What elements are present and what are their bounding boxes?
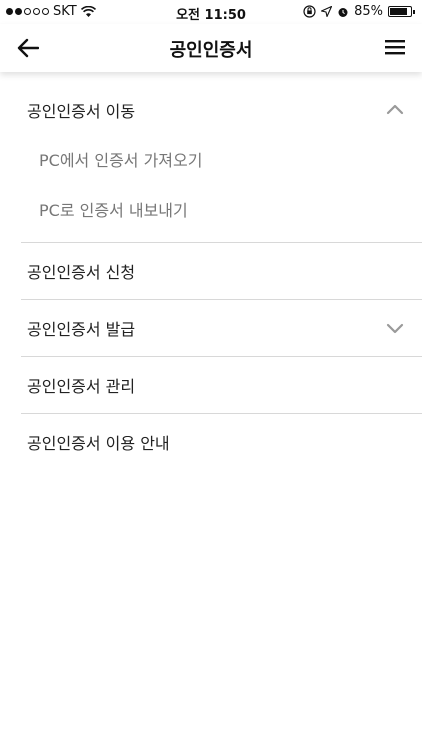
menu-list: 공인인증서 이동 PC에서 인증서 가져오기 PC로 인증서 내보내기 공인인증… (0, 82, 422, 470)
battery-icon (388, 6, 415, 17)
location-arrow-icon (321, 6, 333, 17)
menu-row-certificate-transfer[interactable]: 공인인증서 이동 (21, 82, 422, 138)
battery-fill (390, 8, 407, 15)
menu-item-label: 공인인증서 신청 (27, 263, 136, 282)
sub-menu-item-import-from-pc[interactable]: PC에서 인증서 가져오기 (21, 134, 422, 184)
orientation-lock-icon (303, 5, 316, 18)
status-right: 85% (303, 4, 415, 19)
header-bar: 공인인증서 (0, 24, 422, 72)
hamburger-menu-icon (385, 40, 405, 55)
menu-item-label: 공인인증서 이동 (27, 102, 136, 121)
menu-row-certificate-guide[interactable]: 공인인증서 이용 안내 (21, 414, 422, 470)
page-title: 공인인증서 (169, 40, 253, 61)
sub-menu-item-export-to-pc[interactable]: PC로 인증서 내보내기 (21, 184, 422, 234)
status-bar: SKT 오전 11:50 85% (0, 0, 422, 24)
menu-item-certificate-management: 공인인증서 관리 (21, 357, 422, 414)
menu-row-certificate-issuance[interactable]: 공인인증서 발급 (21, 300, 422, 356)
sub-menu-list: PC에서 인증서 가져오기 PC로 인증서 내보내기 (21, 134, 422, 242)
menu-item-certificate-guide: 공인인증서 이용 안내 (21, 414, 422, 470)
battery-cap (413, 10, 415, 14)
menu-item-certificate-application: 공인인증서 신청 (21, 243, 422, 300)
menu-row-certificate-management[interactable]: 공인인증서 관리 (21, 357, 422, 413)
menu-item-label: 공인인증서 발급 (27, 320, 136, 339)
menu-row-certificate-application[interactable]: 공인인증서 신청 (21, 243, 422, 299)
alarm-icon (338, 7, 348, 17)
chevron-down-icon[interactable] (386, 319, 404, 337)
menu-button[interactable] (384, 36, 406, 58)
menu-item-certificate-transfer: 공인인증서 이동 PC에서 인증서 가져오기 PC로 인증서 내보내기 (21, 82, 422, 243)
menu-item-label: 공인인증서 관리 (27, 377, 136, 396)
battery-percent: 85% (354, 4, 383, 19)
menu-item-label: 공인인증서 이용 안내 (27, 434, 170, 453)
chevron-up-icon[interactable] (386, 101, 404, 119)
menu-item-certificate-issuance: 공인인증서 발급 (21, 300, 422, 357)
